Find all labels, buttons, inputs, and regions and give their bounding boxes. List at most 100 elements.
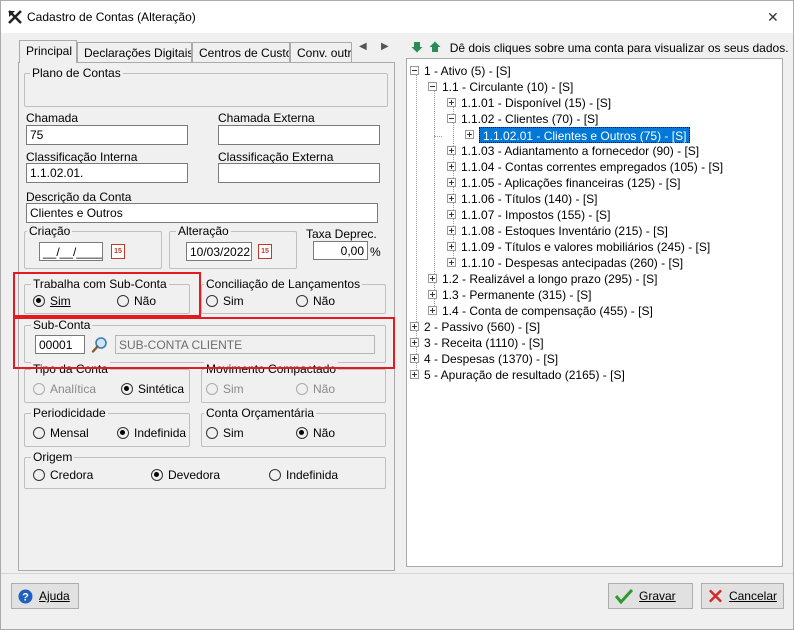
radio-checked-icon — [296, 427, 308, 439]
origem-devedora-radio[interactable]: Devedora — [151, 468, 220, 482]
tipo-sintetica-radio[interactable]: Sintética — [121, 382, 184, 396]
periodicidade-mensal-radio[interactable]: Mensal — [33, 426, 89, 440]
alteracao-date-input[interactable]: 10/03/2022 — [186, 242, 252, 261]
tree-node[interactable]: 1.1.10 - Despesas antecipadas (260) - [S… — [461, 255, 683, 271]
periodicidade-label: Periodicidade — [31, 406, 108, 420]
criacao-calendar-icon[interactable]: 15 — [111, 244, 125, 259]
tree-node[interactable]: 1.1.01 - Disponível (15) - [S] — [461, 95, 611, 111]
expand-icon[interactable] — [447, 98, 456, 107]
taxa-input[interactable]: 0,00 — [313, 241, 368, 260]
class-interna-input[interactable]: 1.1.02.01. — [26, 163, 188, 183]
criacao-label: Criação — [27, 224, 73, 238]
tree-node[interactable]: 4 - Despesas (1370) - [S] — [424, 351, 558, 367]
movimento-group: Movimento Compactado Sim Não — [201, 362, 386, 403]
cancel-x-icon — [709, 589, 722, 603]
conciliacao-sim-radio[interactable]: Sim — [206, 294, 244, 308]
chamada-externa-input[interactable] — [218, 125, 380, 145]
tree-node[interactable]: 1.1.08 - Estoques Inventário (215) - [S] — [461, 223, 668, 239]
taxa-unit: % — [370, 245, 381, 259]
orcamentaria-nao-radio[interactable]: Não — [296, 426, 335, 440]
expand-icon[interactable] — [447, 146, 456, 155]
tab-declaracoes[interactable]: Declarações Digitais — [77, 42, 192, 62]
tab-conv-outra[interactable]: Conv. outra — [290, 42, 352, 62]
descricao-input[interactable]: Clientes e Outros — [26, 203, 378, 223]
expand-icon[interactable] — [447, 226, 456, 235]
expand-icon[interactable] — [447, 210, 456, 219]
conciliacao-nao-radio[interactable]: Não — [296, 294, 335, 308]
help-icon: ? — [18, 589, 33, 603]
expand-icon[interactable] — [410, 370, 419, 379]
chamada-input[interactable]: 75 — [26, 125, 188, 145]
tree-node[interactable]: 1.1.06 - Títulos (140) - [S] — [461, 191, 598, 207]
tree-node[interactable]: 2 - Passivo (560) - [S] — [424, 319, 540, 335]
expand-icon[interactable] — [410, 322, 419, 331]
expand-icon[interactable] — [447, 194, 456, 203]
criacao-date-input[interactable]: __/__/____ — [39, 242, 103, 261]
expand-icon[interactable] — [410, 338, 419, 347]
radio-unchecked-icon — [296, 383, 308, 395]
tree-node[interactable]: 1.1.04 - Contas correntes empregados (10… — [461, 159, 723, 175]
tree-node[interactable]: 3 - Receita (1110) - [S] — [424, 335, 544, 351]
tree-node[interactable]: 1.2 - Realizável a longo prazo (295) - [… — [442, 271, 657, 287]
close-icon[interactable]: ✕ — [767, 9, 779, 26]
arrow-up-icon[interactable] — [429, 41, 441, 53]
arrow-down-icon[interactable] — [411, 41, 423, 53]
tab-principal[interactable]: Principal — [19, 40, 77, 63]
expand-icon[interactable] — [410, 354, 419, 363]
origem-label: Origem — [31, 450, 75, 464]
tab-centros-custo[interactable]: Centros de Custo — [192, 42, 290, 62]
svg-text:?: ? — [22, 591, 29, 603]
tree-node[interactable]: 1.3 - Permanente (315) - [S] — [442, 287, 591, 303]
expand-icon[interactable] — [447, 178, 456, 187]
chamada-label: Chamada — [26, 111, 79, 125]
tree-node[interactable]: 1.1.05 - Aplicações financeiras (125) - … — [461, 175, 680, 191]
tree-node[interactable]: 1.1.02 - Clientes (70) - [S] — [461, 111, 598, 127]
expand-icon[interactable] — [447, 258, 456, 267]
checkmark-icon — [615, 588, 633, 604]
origem-indefinida-radio[interactable]: Indefinida — [269, 468, 338, 482]
movimento-nao-radio[interactable]: Não — [296, 382, 335, 396]
collapse-icon[interactable] — [447, 114, 456, 123]
tree-node[interactable]: 5 - Apuração de resultado (2165) - [S] — [424, 367, 625, 383]
expand-icon[interactable] — [428, 306, 437, 315]
radio-unchecked-icon — [269, 469, 281, 481]
highlight-subconta-field — [13, 317, 395, 369]
expand-icon[interactable] — [428, 290, 437, 299]
expand-icon[interactable] — [447, 242, 456, 251]
cancelar-button[interactable]: Cancelar — [701, 583, 784, 609]
tree-node-selected[interactable]: 1.1.02.01 - Clientes e Outros (75) - [S] — [479, 127, 691, 143]
ajuda-button[interactable]: ? Ajuda — [11, 583, 79, 609]
expand-icon[interactable] — [465, 130, 474, 139]
window-title: Cadastro de Contas (Alteração) — [27, 10, 196, 24]
tipo-conta-group: Tipo da Conta Analítica Sintética — [24, 362, 190, 403]
expand-icon[interactable] — [428, 274, 437, 283]
radio-unchecked-icon — [33, 383, 45, 395]
tree-node[interactable]: 1.1.07 - Impostos (155) - [S] — [461, 207, 610, 223]
expand-icon[interactable] — [447, 162, 456, 171]
class-externa-input[interactable] — [218, 163, 380, 183]
radio-unchecked-icon — [206, 295, 218, 307]
tree-node[interactable]: 1 - Ativo (5) - [S] — [424, 63, 511, 79]
radio-unchecked-icon — [33, 427, 45, 439]
tree-node[interactable]: 1.4 - Conta de compensação (455) - [S] — [442, 303, 653, 319]
tree-node[interactable]: 1.1.09 - Títulos e valores mobiliários (… — [461, 239, 710, 255]
tree-node[interactable]: 1.1 - Circulante (10) - [S] — [442, 79, 573, 95]
tab-scroll-left-icon[interactable]: ◀ — [359, 41, 367, 52]
radio-unchecked-icon — [296, 295, 308, 307]
alteracao-calendar-icon[interactable]: 15 — [258, 244, 272, 259]
origem-credora-radio[interactable]: Credora — [33, 468, 93, 482]
tree-node[interactable]: 1.1.03 - Adiantamento a fornecedor (90) … — [461, 143, 699, 159]
orcamentaria-sim-radio[interactable]: Sim — [206, 426, 244, 440]
gravar-button[interactable]: Gravar — [608, 583, 693, 609]
collapse-icon[interactable] — [410, 66, 419, 75]
periodicidade-indefinida-radio[interactable]: Indefinida — [117, 426, 186, 440]
criacao-group: Criação __/__/____ 15 — [24, 224, 162, 269]
orcamentaria-group: Conta Orçamentária Sim Não — [201, 406, 386, 447]
tipo-analitica-radio[interactable]: Analítica — [33, 382, 96, 396]
tab-scroll-right-icon[interactable]: ▶ — [381, 41, 389, 52]
collapse-icon[interactable] — [428, 82, 437, 91]
orcamentaria-label: Conta Orçamentária — [204, 406, 317, 420]
movimento-sim-radio[interactable]: Sim — [206, 382, 244, 396]
tree-hint-text: Dê dois cliques sobre uma conta para vis… — [449, 41, 789, 55]
descricao-label: Descrição da Conta — [26, 190, 132, 204]
